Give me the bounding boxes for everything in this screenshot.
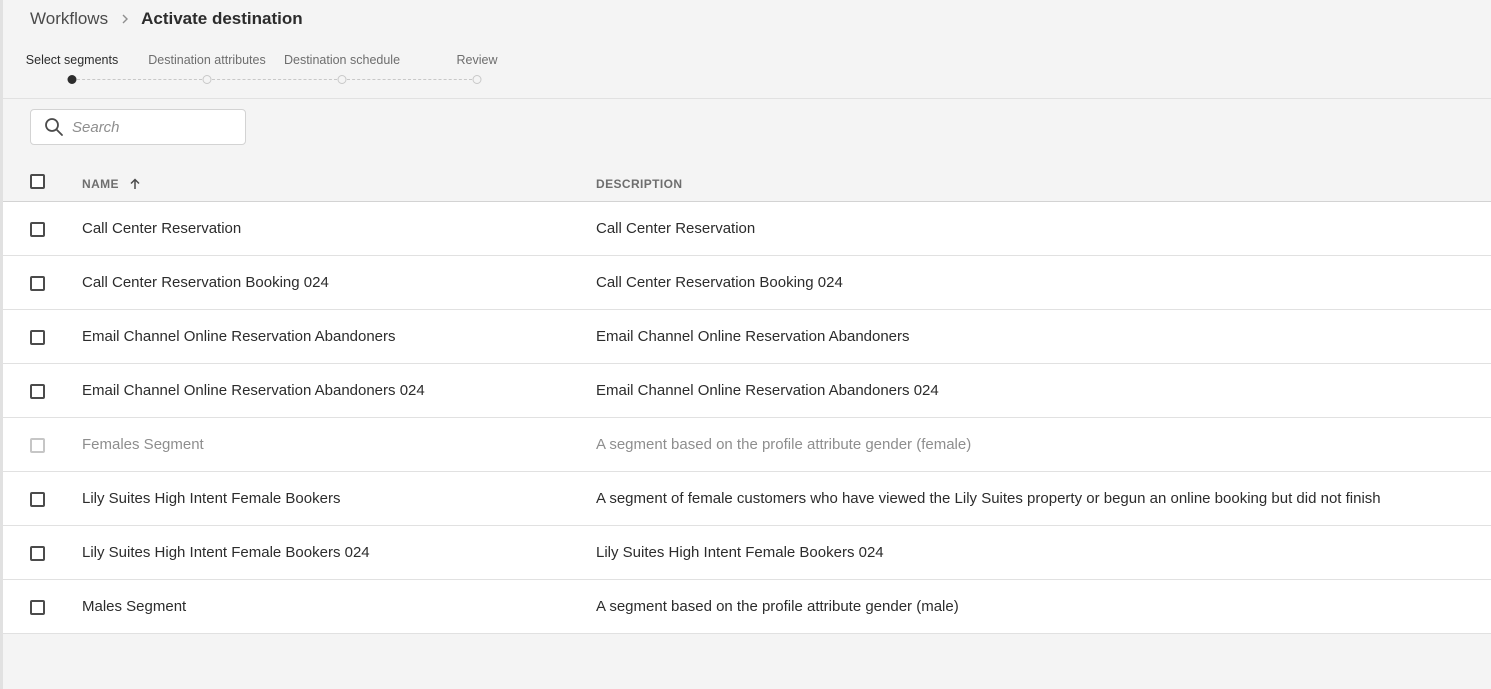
chevron-right-icon — [119, 13, 131, 25]
segment-description: Email Channel Online Reservation Abandon… — [596, 328, 910, 345]
segment-name: Lily Suites High Intent Female Bookers 0… — [82, 544, 370, 561]
segment-description: Call Center Reservation — [596, 220, 756, 237]
table-row[interactable]: Lily Suites High Intent Female Bookers A… — [3, 472, 1491, 526]
table-row[interactable]: Email Channel Online Reservation Abandon… — [3, 364, 1491, 418]
table-header: NAME DESCRIPTION — [3, 162, 1491, 202]
step-marker — [337, 75, 347, 84]
step-destination-schedule[interactable]: Destination schedule — [284, 53, 400, 67]
step-review[interactable]: Review — [457, 53, 498, 67]
column-header-description: DESCRIPTION — [596, 177, 683, 191]
segment-name: Call Center Reservation — [82, 220, 242, 237]
step-connector — [347, 79, 472, 80]
search-box — [30, 109, 246, 145]
segment-name: Email Channel Online Reservation Abandon… — [82, 328, 396, 345]
row-checkbox[interactable] — [30, 276, 45, 291]
segment-description: A segment based on the profile attribute… — [596, 436, 972, 453]
segment-name: Email Channel Online Reservation Abandon… — [82, 382, 425, 399]
step-destination-attributes[interactable]: Destination attributes — [148, 53, 265, 67]
segment-description: Lily Suites High Intent Female Bookers 0… — [596, 544, 884, 561]
step-indicator: Select segments Destination attributes D… — [3, 52, 523, 92]
row-checkbox[interactable] — [30, 492, 45, 507]
search-input[interactable] — [72, 118, 232, 136]
table-row[interactable]: Lily Suites High Intent Female Bookers 0… — [3, 526, 1491, 580]
segment-name: Females Segment — [82, 436, 204, 453]
segment-description: A segment based on the profile attribute… — [596, 598, 959, 615]
segment-description: Email Channel Online Reservation Abandon… — [596, 382, 939, 399]
arrow-up-icon — [129, 178, 141, 190]
step-marker — [202, 75, 212, 84]
row-checkbox[interactable] — [30, 384, 45, 399]
column-header-name[interactable]: NAME — [82, 177, 141, 191]
table-row[interactable]: Email Channel Online Reservation Abandon… — [3, 310, 1491, 364]
segment-description: A segment of female customers who have v… — [596, 490, 1381, 507]
page-title: Activate destination — [141, 9, 303, 28]
select-all-checkbox[interactable] — [30, 174, 45, 189]
step-connector — [77, 79, 202, 80]
segment-name: Call Center Reservation Booking 024 — [82, 274, 329, 291]
breadcrumb: Workflows Activate destination — [30, 9, 303, 29]
table-row-disabled: Females Segment A segment based on the p… — [3, 418, 1491, 472]
segment-name: Males Segment — [82, 598, 187, 615]
segment-table-body: Call Center Reservation Call Center Rese… — [3, 202, 1491, 634]
column-header-name-label: NAME — [82, 177, 119, 191]
table-row[interactable]: Call Center Reservation Call Center Rese… — [3, 202, 1491, 256]
segment-name: Lily Suites High Intent Female Bookers — [82, 490, 341, 507]
step-marker — [472, 75, 482, 84]
table-row[interactable]: Call Center Reservation Booking 024 Call… — [3, 256, 1491, 310]
page-header: Workflows Activate destination Select se… — [3, 0, 1491, 99]
row-checkbox[interactable] — [30, 546, 45, 561]
row-checkbox-disabled — [30, 438, 45, 453]
row-checkbox[interactable] — [30, 600, 45, 615]
step-connector — [212, 79, 337, 80]
row-checkbox[interactable] — [30, 330, 45, 345]
step-marker-active — [67, 75, 77, 84]
step-select-segments[interactable]: Select segments — [26, 53, 118, 67]
search-icon — [44, 117, 64, 137]
row-checkbox[interactable] — [30, 222, 45, 237]
segment-description: Call Center Reservation Booking 024 — [596, 274, 843, 291]
table-row[interactable]: Males Segment A segment based on the pro… — [3, 580, 1491, 634]
breadcrumb-workflows-link[interactable]: Workflows — [30, 9, 108, 29]
